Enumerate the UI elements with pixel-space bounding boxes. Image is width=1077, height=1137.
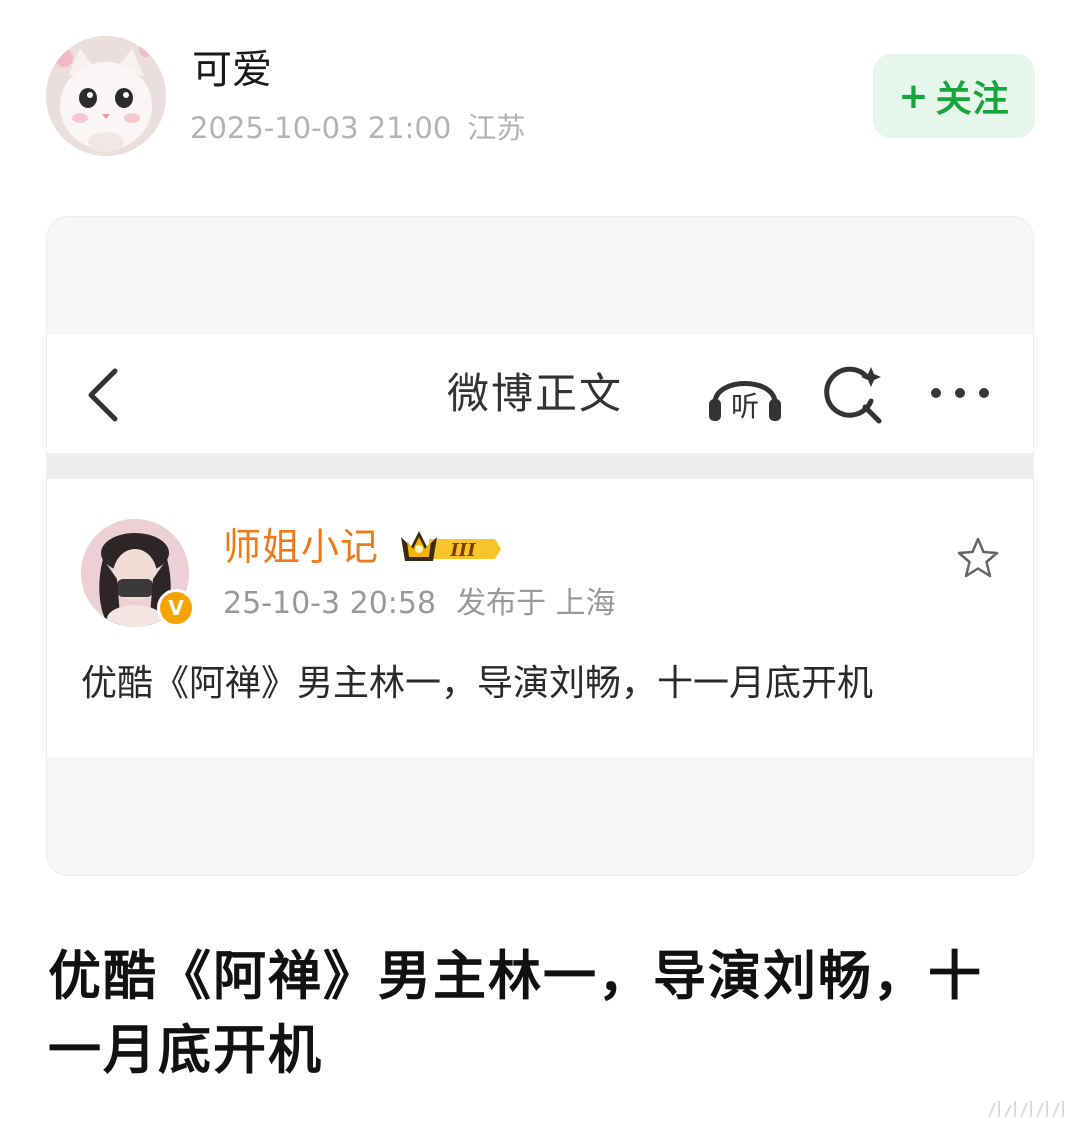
screenshot-post: V 师姐小记 III 25-10-3 20:58 发布于 上海 优酷《阿禅》男主林… <box>47 479 1033 757</box>
poster-name[interactable]: 可爱 <box>192 44 272 96</box>
poster-location: 江苏 <box>467 111 526 145</box>
poster-timestamp: 2025-10-03 21:00 <box>190 111 452 145</box>
poster-avatar[interactable] <box>46 36 166 156</box>
listen-label: 听 <box>731 390 759 423</box>
back-icon <box>88 368 118 422</box>
post-time: 25-10-3 20:58 <box>223 586 437 621</box>
follow-label: 关注 <box>935 79 1010 120</box>
vip-level: III <box>449 540 476 561</box>
post-caption: 优酷《阿禅》男主林一，导演刘畅，十一月底开机 <box>48 946 983 1081</box>
post-meta: 25-10-3 20:58 发布于 上海 <box>223 583 616 625</box>
search-icon <box>824 366 882 424</box>
embedded-screenshot[interactable]: 微博正文 听 V 师姐小记 III 25-10-3 20:58 发布于 上海 优… <box>46 216 1034 876</box>
divider <box>47 453 1033 479</box>
crown-icon: III <box>401 531 501 561</box>
author-name: 师姐小记 <box>223 525 380 569</box>
star-icon <box>957 537 999 578</box>
screenshot-title: 微博正文 <box>447 369 624 418</box>
post-text: 优酷《阿禅》男主林一，导演刘畅，十一月底开机 <box>81 663 874 704</box>
listen-icon: 听 <box>709 381 781 423</box>
verified-mark: V <box>168 596 184 620</box>
poster-meta: 2025-10-03 21:00 江苏 <box>190 108 525 148</box>
watermark-icon <box>988 1101 1064 1118</box>
more-icon <box>931 388 989 398</box>
plus-icon: + <box>898 75 930 117</box>
verified-icon: V <box>157 589 195 627</box>
screenshot-nav-bar: 微博正文 听 <box>47 335 1033 453</box>
follow-button[interactable]: + 关注 <box>873 54 1035 138</box>
post-location: 发布于 上海 <box>456 586 616 621</box>
